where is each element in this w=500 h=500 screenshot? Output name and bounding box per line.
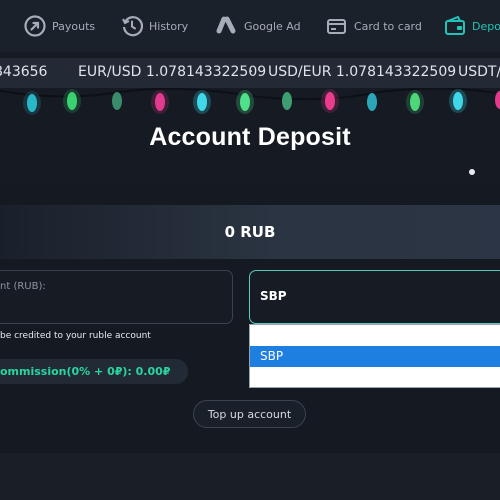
ticker-item: USDT/I xyxy=(458,64,500,80)
ticker-separator: · xyxy=(249,64,254,80)
commission-badge: ommission(0% + 0₽): 0.00₽ xyxy=(0,359,188,384)
nav-item-card-to-card[interactable]: Card to card xyxy=(326,0,422,52)
nav-label-deposit: Depos xyxy=(472,19,500,33)
amount-label: nt (RUB): xyxy=(0,281,46,292)
carousel-indicator[interactable] xyxy=(469,169,475,175)
payment-method-dropdown: SBP xyxy=(249,324,500,388)
page-title: Account Deposit xyxy=(149,123,351,151)
wallet-icon xyxy=(444,15,466,37)
clock-history-icon xyxy=(121,15,143,37)
currency-ticker: 843656 EUR/USD 1.078143322509 · USD/EUR … xyxy=(0,58,500,88)
ticker-item: EUR/USD 1.078143322509 xyxy=(78,64,267,80)
string-lights-decoration xyxy=(0,88,500,115)
ticker-item: USD/EUR 1.078143322509 xyxy=(268,64,457,80)
nav-label-card-to-card: Card to card xyxy=(354,19,422,33)
balance-display: 0 RUB xyxy=(0,205,500,259)
nav-item-google-ad[interactable]: Google Ad xyxy=(216,0,301,52)
nav-item-payouts[interactable]: Payouts xyxy=(24,0,95,52)
footer xyxy=(0,453,500,500)
google-ads-icon xyxy=(216,15,238,37)
nav-item-history[interactable]: History xyxy=(121,0,188,52)
amount-input[interactable] xyxy=(0,270,233,324)
top-up-button[interactable]: Top up account xyxy=(193,400,306,428)
dropdown-option[interactable] xyxy=(250,367,500,388)
nav-label-history: History xyxy=(149,19,189,33)
credit-note: be credited to your ruble account xyxy=(0,331,151,341)
nav-label-payouts: Payouts xyxy=(52,19,96,33)
payment-method-value: SBP xyxy=(260,289,287,303)
dropdown-option-sbp[interactable]: SBP xyxy=(250,346,500,367)
nav-label-google-ad: Google Ad xyxy=(244,19,301,33)
arrow-up-right-circle-icon xyxy=(24,15,46,37)
light-bulb xyxy=(23,89,500,115)
top-nav: Payouts History Google Ad Card to card D… xyxy=(0,0,500,52)
card-transfer-icon xyxy=(326,15,348,37)
ticker-item: 843656 xyxy=(0,64,48,80)
nav-item-deposit[interactable]: Depos xyxy=(444,0,500,52)
dropdown-option[interactable] xyxy=(250,325,500,346)
